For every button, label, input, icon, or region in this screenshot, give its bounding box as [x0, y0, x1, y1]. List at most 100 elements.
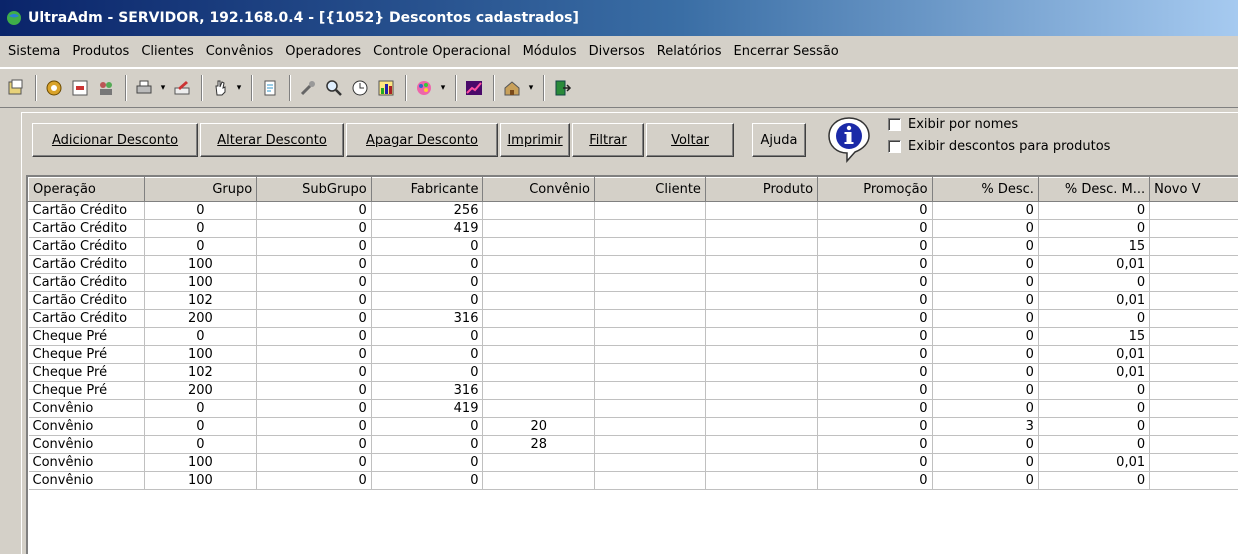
table-row[interactable]: Cheque Pré 0 0 0 0 0 15: [28, 327, 1238, 346]
cell-cliente: [594, 201, 706, 220]
building-icon[interactable]: [500, 76, 524, 100]
hand-dropdown-icon[interactable]: ▾: [234, 76, 244, 100]
info-icon[interactable]: [825, 115, 873, 163]
column-header-convenio[interactable]: Convênio: [482, 177, 595, 202]
menu-controle-operacional[interactable]: Controle Operacional: [367, 44, 516, 59]
menu-clientes[interactable]: Clientes: [135, 44, 199, 59]
cell-fabricante: 316: [371, 309, 484, 328]
graph-icon[interactable]: [462, 76, 486, 100]
cell-operacao: Cartão Crédito: [28, 309, 145, 328]
column-header-desc[interactable]: % Desc.: [931, 177, 1039, 202]
hand-icon[interactable]: [208, 76, 232, 100]
table-row[interactable]: Cartão Crédito 102 0 0 0 0 0,01: [28, 291, 1238, 310]
column-header-subgrupo[interactable]: SubGrupo: [256, 177, 372, 202]
cell-produto: [705, 471, 819, 490]
cell-operacao: Convênio: [28, 399, 145, 418]
table-row[interactable]: Convênio 0 0 0 28 0 0 0: [28, 435, 1238, 454]
menu-diversos[interactable]: Diversos: [583, 44, 651, 59]
cell-produto: [705, 363, 819, 382]
cell-convenio: [482, 345, 595, 364]
menu-sistema[interactable]: Sistema: [2, 44, 66, 59]
clock-icon[interactable]: [348, 76, 372, 100]
edit-icon[interactable]: [170, 76, 194, 100]
document-icon[interactable]: [258, 76, 282, 100]
cell-desc-max: 0: [1038, 273, 1151, 292]
table-row[interactable]: Cartão Crédito 0 0 256 0 0 0: [28, 201, 1238, 220]
show-product-discounts-checkbox[interactable]: Exibir descontos para produtos: [888, 139, 1110, 154]
filter-button[interactable]: Filtrar: [572, 123, 644, 157]
table-row[interactable]: Cartão Crédito 100 0 0 0 0 0: [28, 273, 1238, 292]
cell-cliente: [594, 309, 706, 328]
column-header-fabricante[interactable]: Fabricante: [370, 177, 484, 202]
table-row[interactable]: Cartão Crédito 200 0 316 0 0 0: [28, 309, 1238, 328]
print-dropdown-icon[interactable]: ▾: [158, 76, 168, 100]
column-header-desc-max[interactable]: % Desc. M...: [1037, 177, 1151, 202]
open-icon[interactable]: [4, 76, 28, 100]
table-row[interactable]: Cartão Crédito 100 0 0 0 0 0,01: [28, 255, 1238, 274]
cell-novo-valor: [1149, 219, 1238, 238]
title-bar: UltraAdm - SERVIDOR, 192.168.0.4 - [{105…: [0, 0, 1238, 36]
column-header-novo-valor[interactable]: Novo V: [1149, 177, 1238, 202]
column-header-grupo[interactable]: Grupo: [143, 177, 258, 202]
cell-operacao: Cheque Pré: [28, 345, 145, 364]
print-button[interactable]: Imprimir: [500, 123, 570, 157]
cell-convenio: [482, 219, 595, 238]
toolbar-separator: [35, 75, 37, 101]
discounts-table: Operação Grupo SubGrupo Fabricante Convê…: [28, 177, 1238, 490]
settings-icon[interactable]: [42, 76, 66, 100]
menu-produtos[interactable]: Produtos: [66, 44, 135, 59]
report-icon[interactable]: [68, 76, 92, 100]
show-by-names-box[interactable]: [888, 118, 901, 131]
menu-relatorios[interactable]: Relatórios: [651, 44, 728, 59]
table-row[interactable]: Cheque Pré 100 0 0 0 0 0,01: [28, 345, 1238, 364]
menu-modulos[interactable]: Módulos: [517, 44, 583, 59]
edit-discount-button[interactable]: Alterar Desconto: [200, 123, 344, 157]
show-product-discounts-box[interactable]: [888, 140, 901, 153]
table-row[interactable]: Convênio 100 0 0 0 0 0,01: [28, 453, 1238, 472]
palette-icon[interactable]: [412, 76, 436, 100]
cell-fabricante: 0: [371, 345, 484, 364]
delete-discount-button[interactable]: Apagar Desconto: [346, 123, 498, 157]
table-row[interactable]: Convênio 0 0 419 0 0 0: [28, 399, 1238, 418]
table-row[interactable]: Cheque Pré 200 0 316 0 0 0: [28, 381, 1238, 400]
column-header-cliente[interactable]: Cliente: [593, 177, 706, 202]
table-row[interactable]: Cartão Crédito 0 0 419 0 0 0: [28, 219, 1238, 238]
cell-subgrupo: 0: [256, 453, 372, 472]
table-row[interactable]: Convênio 0 0 0 20 0 3 0: [28, 417, 1238, 436]
menu-encerrar-sessao[interactable]: Encerrar Sessão: [728, 44, 845, 59]
cell-promocao: 0: [817, 201, 933, 220]
cell-convenio: 20: [482, 417, 595, 436]
column-header-produto[interactable]: Produto: [704, 177, 819, 202]
help-button[interactable]: Ajuda: [752, 123, 806, 157]
cell-produto: [705, 399, 819, 418]
magnifier-icon[interactable]: [322, 76, 346, 100]
column-header-operacao[interactable]: Operação: [28, 177, 145, 202]
menu-operadores[interactable]: Operadores: [279, 44, 367, 59]
cell-promocao: 0: [817, 471, 933, 490]
print-icon[interactable]: [132, 76, 156, 100]
show-by-names-checkbox[interactable]: Exibir por nomes: [888, 117, 1018, 132]
cell-cliente: [594, 435, 706, 454]
chart-icon[interactable]: [374, 76, 398, 100]
palette-dropdown-icon[interactable]: ▾: [438, 76, 448, 100]
building-dropdown-icon[interactable]: ▾: [526, 76, 536, 100]
cell-promocao: 0: [817, 345, 933, 364]
cell-fabricante: 0: [371, 417, 484, 436]
table-row[interactable]: Convênio 100 0 0 0 0 0: [28, 471, 1238, 490]
users-icon[interactable]: [94, 76, 118, 100]
menu-convenios[interactable]: Convênios: [200, 44, 280, 59]
cell-operacao: Cartão Crédito: [28, 291, 145, 310]
column-header-promocao[interactable]: Promoção: [817, 177, 933, 202]
add-discount-button[interactable]: Adicionar Desconto: [32, 123, 198, 157]
cell-desc-max: 0: [1038, 201, 1151, 220]
app-icon: [7, 11, 21, 25]
table-row[interactable]: Cheque Pré 102 0 0 0 0 0,01: [28, 363, 1238, 382]
tools-icon[interactable]: [296, 76, 320, 100]
cell-cliente: [594, 363, 706, 382]
table-row[interactable]: Cartão Crédito 0 0 0 0 0 15: [28, 237, 1238, 256]
exit-icon[interactable]: [550, 76, 574, 100]
discounts-grid[interactable]: Operação Grupo SubGrupo Fabricante Convê…: [26, 175, 1238, 554]
cell-desc-max: 0: [1038, 417, 1151, 436]
cell-subgrupo: 0: [256, 201, 372, 220]
back-button[interactable]: Voltar: [646, 123, 734, 157]
